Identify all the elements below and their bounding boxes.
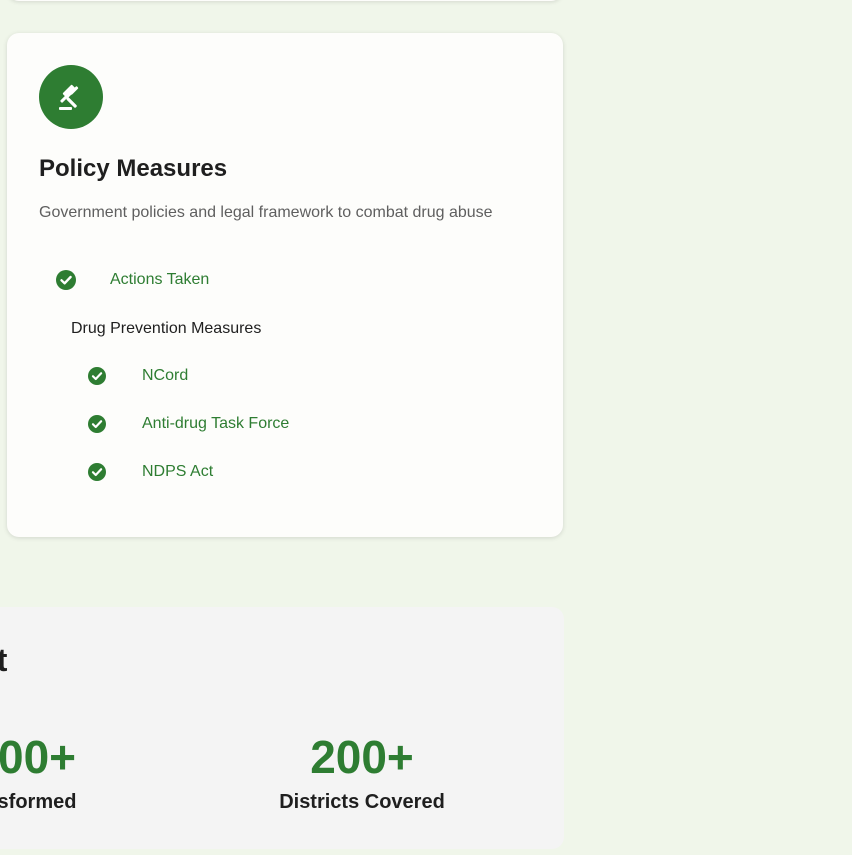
measure-label: NCord: [142, 367, 189, 384]
stat-label: Districts Covered: [279, 791, 445, 813]
measure-label: NDPS Act: [142, 463, 214, 480]
check-circle-icon: [56, 270, 76, 290]
stat-districts-covered: 200+ Districts Covered: [232, 730, 492, 814]
stat-value: 200+: [310, 731, 414, 783]
measure-item-ndps-act: NDPS Act: [88, 460, 213, 484]
measure-item-ncord: NCord: [88, 364, 188, 388]
gavel-icon: [39, 65, 103, 129]
subheading-drug-prevention: Drug Prevention Measures: [71, 320, 262, 337]
measure-label: Anti-drug Task Force: [142, 415, 290, 432]
previous-card: [7, 0, 563, 1]
measure-item-task-force: Anti-drug Task Force: [88, 412, 289, 436]
impact-title: npact: [0, 642, 8, 678]
check-circle-icon: [88, 415, 106, 433]
page: Policy Measures Government policies and …: [0, 0, 852, 855]
stat-value: 00+: [0, 731, 77, 783]
card-title: Policy Measures: [39, 155, 228, 182]
policy-measures-card: Policy Measures Government policies and …: [7, 33, 563, 537]
stat-villages-transformed: 00+ sformed: [0, 730, 167, 814]
card-description: Government policies and legal framework …: [39, 204, 493, 221]
stat-label: sformed: [0, 791, 77, 813]
check-circle-icon: [88, 367, 106, 385]
check-circle-icon: [88, 463, 106, 481]
actions-taken-label: Actions Taken: [110, 271, 210, 288]
actions-taken-item: Actions Taken: [56, 268, 209, 292]
